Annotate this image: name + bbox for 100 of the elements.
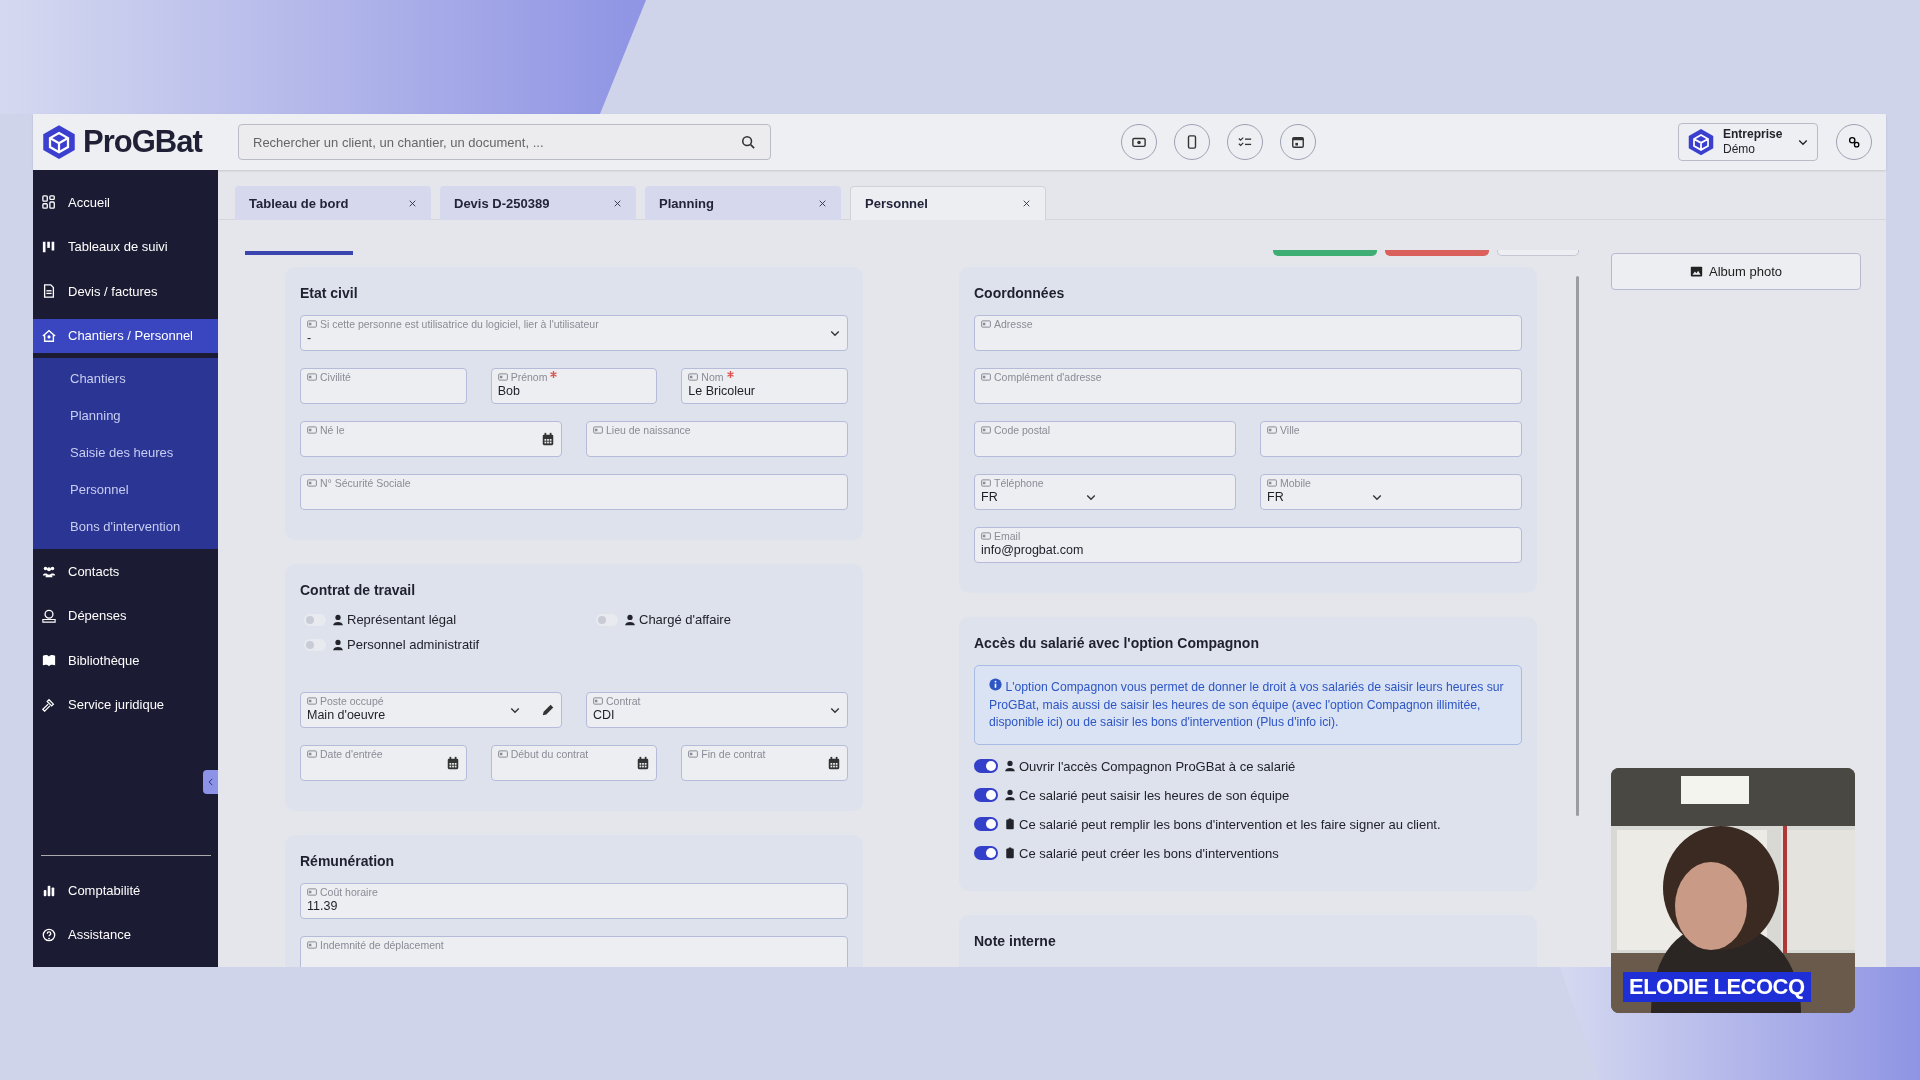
card-icon: [593, 696, 603, 706]
toggle-switch[interactable]: [974, 846, 998, 860]
tab[interactable]: Devis D-250389: [440, 186, 636, 220]
app-logo: ProGBat: [83, 124, 202, 160]
text-field[interactable]: Email info@progbat.com: [974, 527, 1522, 563]
submenu-item[interactable]: Chantiers: [33, 359, 218, 397]
tab[interactable]: Personnel: [850, 186, 1046, 220]
dropdown-field[interactable]: Téléphone FR: [974, 474, 1236, 510]
clipboard-icon: [1004, 847, 1016, 859]
switch-label: Ouvrir l'accès Compagnon ProGBat à ce salarié: [1004, 758, 1296, 774]
sidebar-item[interactable]: Chantiers / Personnel: [33, 318, 218, 353]
sidebar-item[interactable]: Bibliothèque: [33, 637, 218, 683]
sidebar-item[interactable]: Dépenses: [33, 593, 218, 638]
close-icon: [818, 198, 827, 208]
gavel-icon: [42, 697, 56, 712]
field-label: Indemnité de déplacement: [307, 939, 841, 951]
toggle-switch[interactable]: [304, 613, 326, 626]
card-icon: [307, 887, 317, 897]
toggle-switch[interactable]: [974, 759, 998, 773]
field-label: Mobile: [1267, 477, 1515, 489]
company-selector[interactable]: Entreprise Démo: [1678, 123, 1818, 161]
switch-label: Personnel administratif: [332, 637, 480, 652]
field-label: Lieu de naissance: [593, 424, 841, 436]
close-icon: [1022, 199, 1031, 208]
card-icon: [497, 372, 508, 382]
toolbar-button[interactable]: [1280, 124, 1316, 160]
dropdown-field[interactable]: Mobile FR: [1260, 474, 1522, 510]
sidebar-item[interactable]: Accueil: [33, 180, 218, 225]
text-field[interactable]: Prénom Bob: [490, 368, 658, 404]
toolbar-button[interactable]: [1174, 124, 1210, 160]
sidebar-item[interactable]: Service juridique: [33, 682, 218, 728]
calendar-icon: [636, 756, 651, 770]
switch-label: Ce salarié peut saisir les heures de son équipe: [1004, 787, 1290, 803]
field-label: Si cette personne est utilisatrice du logiciel, lier à l'utilisateur: [307, 318, 829, 330]
sidebar-item[interactable]: Assistance: [33, 912, 218, 957]
settings-icon: [1847, 135, 1861, 149]
toggle-switch[interactable]: [304, 638, 326, 651]
pencil-icon: [541, 703, 555, 717]
sidebar-item[interactable]: Contacts: [33, 548, 218, 594]
field-label: Contrat: [593, 695, 829, 707]
search-field[interactable]: Rechercher un client, un chantier, un document, ...: [238, 124, 771, 160]
toggle-switch[interactable]: [974, 788, 998, 802]
field-label: Adresse: [981, 318, 1515, 330]
card-icon: [593, 425, 603, 435]
collapse-button[interactable]: [203, 770, 218, 794]
sidebar-item[interactable]: Devis / factures: [33, 269, 218, 314]
person-icon: [624, 613, 636, 626]
grid-icon: [42, 195, 56, 210]
field-label: Prénom: [497, 371, 651, 383]
field-label: N° Sécurité Sociale: [307, 477, 841, 489]
field-value: 11.39: [307, 899, 338, 913]
calendar-icon: [827, 756, 841, 770]
field-value: Le Bricoleur: [688, 384, 756, 398]
submenu-item[interactable]: Personnel: [33, 470, 218, 508]
text-field[interactable]: Coût horaire 11.39: [300, 883, 848, 919]
clipboard-icon: [1004, 818, 1016, 830]
field-value: -: [307, 331, 312, 345]
scrollbar[interactable]: [1576, 276, 1579, 816]
dropdown-field[interactable]: Poste occupé Main d'oeuvre: [300, 692, 562, 728]
banknote-icon: [1132, 135, 1146, 149]
field-label: Civilité: [307, 371, 460, 383]
field-value: CDI: [593, 708, 615, 722]
album-button[interactable]: Album photo: [1611, 253, 1861, 290]
info-notice: L'option Compagnon vous permet de donner le droit à vos salariés de saisir leurs heures sur ProGBat, mais aussi de saisir les heures de son équipe (avec l'option Compagnon illimitée, disponible ici) ou de saisir les bons d'intervention (Plus d'info ici).: [974, 665, 1522, 745]
field-label: Date d'entrée: [307, 748, 446, 760]
field-label: Téléphone: [981, 477, 1229, 489]
card-icon: [307, 940, 317, 950]
dropdown-field[interactable]: Si cette personne est utilisatrice du logiciel, lier à l'utilisateur -: [300, 315, 848, 351]
submenu-item[interactable]: Planning: [33, 396, 218, 434]
submenu-item[interactable]: Bons d'intervention: [33, 507, 218, 545]
submenu-item[interactable]: Saisie des heures: [33, 433, 218, 471]
settings-button[interactable]: [1836, 124, 1872, 160]
company-name: Entreprise: [1723, 127, 1784, 142]
section-title: Etat civil: [300, 285, 359, 301]
card-icon: [307, 749, 317, 759]
card-icon: [688, 372, 699, 382]
card-icon: [981, 478, 991, 488]
sidebar-item[interactable]: Tableaux de suivi: [33, 224, 218, 270]
sidebar-item[interactable]: Comptabilité: [33, 867, 218, 913]
house-icon: [42, 328, 56, 343]
text-field[interactable]: Nom Le Bricoleur: [681, 368, 848, 404]
columns-icon: [42, 239, 56, 254]
toggle-switch[interactable]: [596, 613, 618, 626]
field-label: Poste occupé: [307, 695, 509, 707]
help-icon: [42, 927, 56, 942]
card-icon: [1267, 425, 1277, 435]
tab[interactable]: Planning: [645, 186, 841, 220]
field-label: Complément d'adresse: [981, 371, 1515, 383]
image-icon: [1690, 265, 1703, 278]
tab[interactable]: Tableau de bord: [235, 186, 431, 220]
card-icon: [307, 478, 317, 488]
calendar-icon: [1291, 135, 1305, 149]
dropdown-field[interactable]: Contrat CDI: [586, 692, 848, 728]
calendar-icon: [445, 756, 460, 770]
field-label: Coût horaire: [307, 886, 841, 898]
toggle-switch[interactable]: [974, 817, 998, 831]
info-icon: [989, 678, 1002, 691]
name-caption: ELODIE LECOCQ: [1623, 972, 1811, 1002]
card-icon: [307, 696, 317, 706]
toolbar-button[interactable]: [1121, 124, 1157, 160]
